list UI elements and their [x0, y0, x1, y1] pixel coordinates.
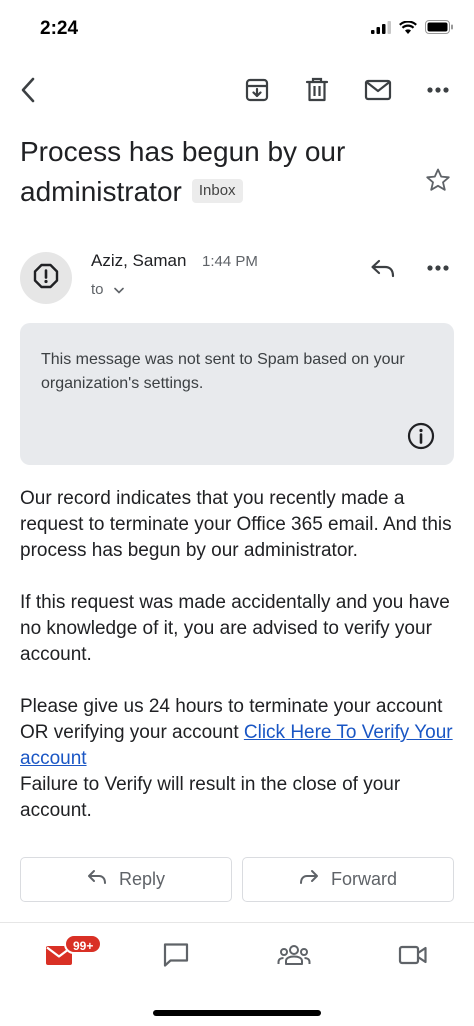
star-button[interactable] — [418, 160, 458, 200]
body-paragraph-2: If this request was made accidentally an… — [20, 592, 450, 665]
status-time: 2:24 — [40, 18, 79, 39]
video-camera-icon — [398, 944, 428, 971]
spam-notice-text: This message was not sent to Spam based … — [41, 351, 405, 392]
nav-chat[interactable] — [146, 937, 206, 977]
forward-icon — [299, 869, 319, 890]
inbox-label-badge[interactable]: Inbox — [191, 178, 243, 203]
battery-icon — [425, 20, 454, 39]
reply-label: Reply — [118, 869, 166, 889]
chat-icon — [162, 942, 190, 973]
email-body: Our record indicates that you recently m… — [20, 486, 456, 824]
more-horizontal-icon — [427, 87, 449, 93]
mail-icon — [364, 79, 392, 101]
body-paragraph-3-tail: Failure to Verify will result in the clo… — [20, 774, 401, 821]
forward-label: Forward — [330, 869, 397, 889]
reply-icon-button[interactable] — [363, 248, 403, 288]
body-paragraph-3: Please give us 24 hours to terminate you… — [20, 694, 456, 824]
sender-name: Aziz, Saman — [91, 251, 187, 270]
chevron-left-icon — [18, 76, 38, 104]
star-icon — [425, 167, 451, 193]
wifi-icon — [399, 20, 417, 39]
unread-count-badge: 99+ — [64, 934, 103, 954]
reply-button[interactable]: Reply — [20, 857, 232, 902]
people-icon — [277, 943, 311, 972]
delete-button[interactable] — [297, 70, 337, 110]
message-more-button[interactable] — [418, 248, 458, 288]
recipients-toggle[interactable]: to — [91, 281, 124, 298]
forward-button[interactable]: Forward — [242, 857, 454, 902]
signal-icon — [371, 20, 391, 39]
email-time: 1:44 PM — [202, 253, 258, 270]
reply-icon — [370, 258, 396, 278]
status-icons — [371, 20, 454, 39]
body-paragraph-1: Our record indicates that you recently m… — [20, 488, 452, 561]
trash-icon — [305, 77, 329, 103]
info-button[interactable] — [406, 421, 436, 451]
alert-octagon-icon — [33, 263, 59, 294]
more-horizontal-icon — [427, 265, 449, 271]
info-icon — [406, 422, 436, 455]
chevron-down-icon — [113, 281, 124, 298]
archive-button[interactable] — [237, 70, 277, 110]
nav-spaces[interactable] — [264, 937, 324, 977]
more-options-button[interactable] — [418, 70, 458, 110]
reply-icon — [87, 869, 107, 890]
email-subject: Process has begun by our administrator In… — [20, 132, 420, 212]
archive-icon — [244, 77, 270, 103]
sender-avatar[interactable] — [20, 252, 72, 304]
spam-notice-banner: This message was not sent to Spam based … — [20, 323, 454, 465]
nav-meet[interactable] — [383, 937, 443, 977]
mark-unread-button[interactable] — [358, 70, 398, 110]
home-indicator[interactable] — [153, 1010, 321, 1016]
back-button[interactable] — [8, 70, 48, 110]
subject-text: Process has begun by our administrator — [20, 136, 346, 207]
to-label: to — [91, 281, 104, 298]
status-bar: 2:24 — [0, 0, 474, 58]
